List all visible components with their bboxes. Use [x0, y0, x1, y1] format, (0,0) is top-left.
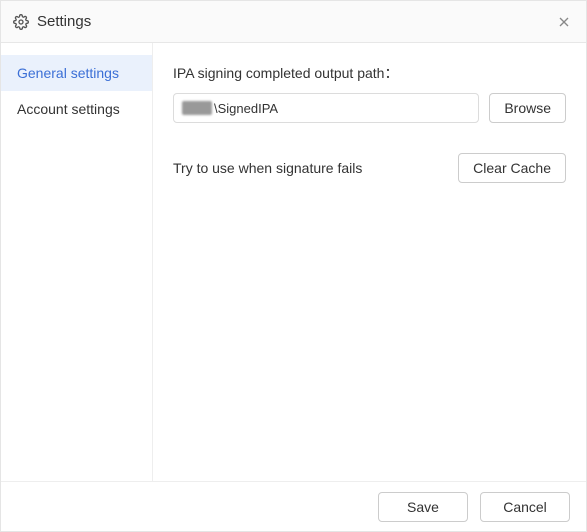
- output-path-label: IPA signing completed output path：: [173, 63, 566, 83]
- browse-button[interactable]: Browse: [489, 93, 566, 123]
- titlebar: Settings: [1, 1, 586, 43]
- close-button[interactable]: [554, 12, 574, 32]
- signature-fail-row: Try to use when signature fails Clear Ca…: [173, 153, 566, 183]
- output-path-row: \SignedIPA Browse: [173, 93, 566, 123]
- content-panel: IPA signing completed output path： \Sign…: [153, 43, 586, 481]
- save-button[interactable]: Save: [378, 492, 468, 522]
- output-path-value: \SignedIPA: [214, 101, 278, 116]
- footer: Save Cancel: [1, 481, 586, 531]
- gear-icon: [13, 14, 29, 30]
- sidebar-item-account[interactable]: Account settings: [1, 91, 152, 127]
- settings-window: Settings General settings Account settin…: [0, 0, 587, 532]
- redacted-path-prefix: [182, 101, 212, 115]
- sidebar-item-label: General settings: [17, 65, 119, 81]
- clear-cache-button[interactable]: Clear Cache: [458, 153, 566, 183]
- body: General settings Account settings IPA si…: [1, 43, 586, 481]
- window-title: Settings: [37, 13, 554, 30]
- close-icon: [556, 14, 572, 30]
- output-path-input[interactable]: \SignedIPA: [173, 93, 479, 123]
- sidebar-item-general[interactable]: General settings: [1, 55, 152, 91]
- sidebar-item-label: Account settings: [17, 101, 120, 117]
- sidebar: General settings Account settings: [1, 43, 153, 481]
- signature-fail-label: Try to use when signature fails: [173, 160, 362, 176]
- cancel-button[interactable]: Cancel: [480, 492, 570, 522]
